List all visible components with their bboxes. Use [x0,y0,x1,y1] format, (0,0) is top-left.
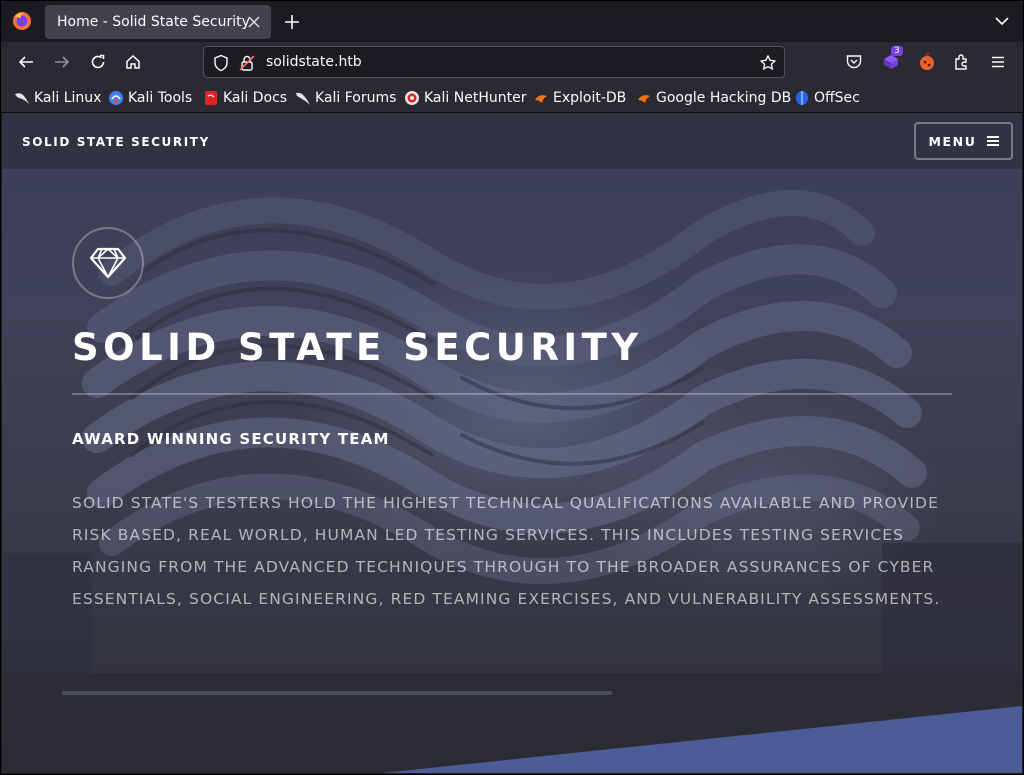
arrow-right-icon [55,56,70,68]
hero-description: SOLID STATE'S TESTERS HOLD THE HIGHEST T… [72,494,941,608]
url-bar[interactable]: solidstate.htb [203,46,785,78]
bookmark-google-hacking-db[interactable]: Google Hacking DB [636,88,791,108]
forward-button[interactable] [50,50,74,74]
extensions-button[interactable] [950,50,974,74]
diamond-logo [72,227,144,299]
exploit-db-icon [535,95,547,103]
kali-dragon-icon [15,93,29,104]
insecure-lock-icon[interactable] [238,54,256,72]
bookmark-kali-linux[interactable]: Kali Linux [14,88,101,108]
chevron-down-icon[interactable] [994,13,1012,31]
new-tab-button[interactable] [280,10,304,34]
kali-tools-icon [109,91,123,105]
bookmarks-toolbar: Kali Linux Kali Tools Kali Docs Kali For… [0,82,1024,113]
page-viewport: SOLID STATE SECURITY MENU SOLID STATE SE… [2,113,1022,773]
tab-title: Home - Solid State Security [57,14,250,30]
menu-button[interactable]: MENU [914,122,1013,160]
reload-icon [91,54,105,69]
hamburger-icon [992,56,1004,68]
bookmark-kali-nethunter[interactable]: Kali NetHunter [404,88,526,108]
divider [72,393,952,395]
kali-forums-icon [296,92,310,105]
bookmark-label: OffSec [814,90,860,106]
extension-button[interactable]: 3 [879,46,903,74]
shield-icon[interactable] [212,54,230,72]
bookmark-label: Exploit-DB [553,90,627,106]
app-menu-button[interactable] [986,50,1010,74]
nethunter-icon [405,91,419,105]
tab-active[interactable]: Home - Solid State Security [45,5,271,39]
offsec-icon [796,91,808,105]
site-logo[interactable]: SOLID STATE SECURITY [22,135,210,149]
bookmark-label: Kali NetHunter [424,90,527,106]
bookmark-star-icon[interactable] [759,54,777,72]
hero-subtitle: AWARD WINNING SECURITY TEAM [72,430,390,448]
home-icon [126,54,140,69]
url-text[interactable]: solidstate.htb [266,54,362,70]
pocket-button[interactable] [842,50,866,74]
cookie-extension-button[interactable] [915,50,939,74]
bookmark-exploit-db[interactable]: Exploit-DB [533,88,626,108]
reload-button[interactable] [86,50,110,74]
cookie-icon [920,52,934,70]
close-tab-icon[interactable] [245,13,263,31]
bookmark-kali-forums[interactable]: Kali Forums [295,88,396,108]
pocket-icon [846,55,862,69]
menu-label: MENU [928,133,977,149]
nav-toolbar: solidstate.htb 3 [0,42,1024,82]
firefox-icon[interactable] [11,10,33,32]
bookmark-kali-docs[interactable]: Kali Docs [203,88,287,108]
bookmark-kali-tools[interactable]: Kali Tools [108,88,192,108]
bookmark-label: Kali Tools [128,90,193,106]
bookmark-offsec[interactable]: OffSec [794,88,860,108]
bookmark-label: Kali Docs [223,90,288,106]
back-button[interactable] [14,50,38,74]
bookmark-label: Google Hacking DB [656,90,792,106]
puzzle-icon [955,54,967,70]
ghdb-icon [638,95,650,103]
page-title: SOLID STATE SECURITY [72,326,643,369]
arrow-left-icon [18,56,33,68]
bookmark-label: Kali Linux [34,90,102,106]
extension-badge: 3 [891,46,903,56]
kali-docs-icon [205,91,217,105]
site-header: SOLID STATE SECURITY MENU [2,113,1022,169]
hamburger-icon [986,136,999,146]
home-button[interactable] [121,50,145,74]
bookmark-label: Kali Forums [315,90,397,106]
diamond-icon [89,247,127,279]
tab-strip: Home - Solid State Security [0,0,1024,42]
